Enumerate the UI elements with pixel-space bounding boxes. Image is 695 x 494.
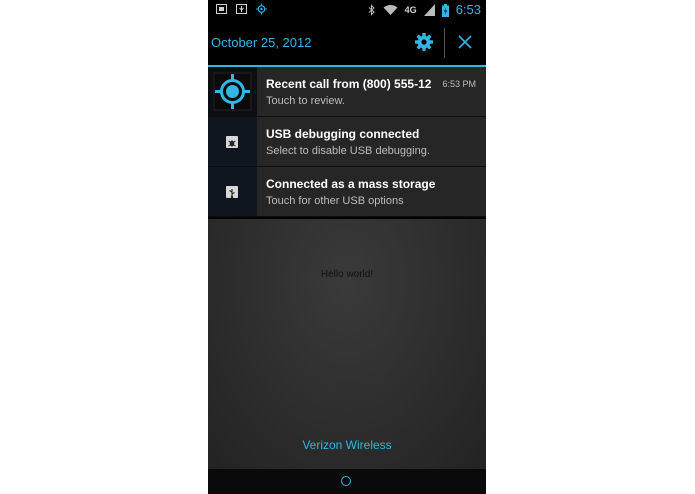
battery-icon	[441, 3, 449, 17]
home-handle-icon[interactable]	[341, 476, 351, 486]
notification-header: October 25, 2012	[208, 20, 486, 67]
notification-title: USB debugging connected	[266, 127, 420, 141]
notification-subtitle: Touch to review.	[266, 95, 345, 107]
signal-icon	[423, 4, 435, 16]
background-app: Hello world! Verizon Wireless	[208, 219, 486, 469]
bug-icon	[226, 136, 238, 148]
network-type: 4G	[404, 5, 417, 15]
status-left-icons	[216, 3, 267, 15]
notification-icon-box	[208, 67, 257, 116]
bluetooth-icon	[368, 4, 375, 16]
notification-icon-box	[208, 117, 257, 166]
notification-subtitle: Touch for other USB options	[266, 195, 404, 207]
close-icon[interactable]	[457, 34, 473, 50]
status-bar: 4G 6:53	[208, 0, 486, 20]
notification-title: Connected as a mass storage	[266, 177, 436, 191]
carrier-label: Verizon Wireless	[302, 438, 392, 452]
notification-recent-call[interactable]: Recent call from (800) 555-12 Touch to r…	[208, 67, 486, 117]
usb-icon	[236, 4, 247, 14]
usb-icon	[226, 186, 238, 199]
status-clock: 6:53	[455, 2, 481, 17]
hello-text: Hello world!	[320, 269, 374, 280]
gps-target-icon	[213, 72, 252, 111]
phone-screen: 4G 6:53 October 25, 2012 Recent call fro…	[208, 0, 486, 494]
wifi-icon	[383, 5, 398, 15]
status-right-icons: 4G 6:53	[368, 2, 481, 18]
date-label: October 25, 2012	[211, 35, 312, 50]
notification-subtitle: Select to disable USB debugging.	[266, 145, 430, 157]
navigation-bar	[208, 469, 486, 494]
notification-title: Recent call from (800) 555-12	[266, 77, 432, 91]
header-divider	[444, 28, 445, 58]
gear-icon[interactable]	[414, 32, 434, 52]
gps-icon	[256, 3, 267, 15]
notification-mass-storage[interactable]: Connected as a mass storage Touch for ot…	[208, 167, 486, 217]
notification-usb-debugging[interactable]: USB debugging connected Select to disabl…	[208, 117, 486, 167]
photo-icon	[216, 4, 227, 14]
notification-time: 6:53 PM	[442, 79, 476, 89]
notification-icon-box	[208, 167, 257, 216]
